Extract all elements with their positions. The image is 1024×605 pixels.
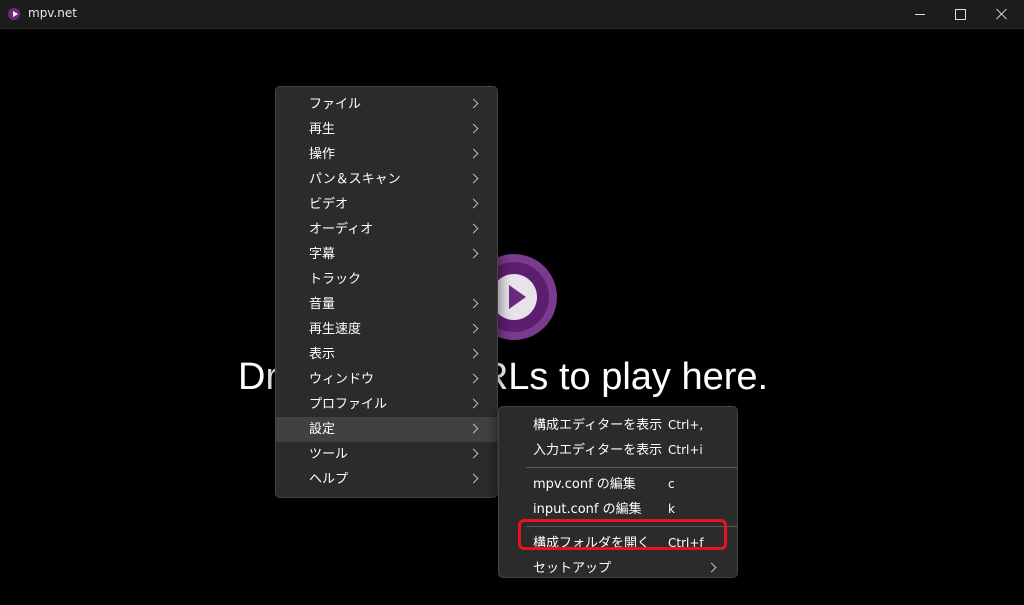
menu-item-video[interactable]: ビデオ xyxy=(276,192,497,217)
minimize-icon xyxy=(915,13,925,15)
menu-item-edit-input-conf[interactable]: input.conf の編集 k xyxy=(499,497,737,522)
close-button[interactable] xyxy=(982,0,1022,28)
menu-item-open-config-folder[interactable]: 構成フォルダを開く Ctrl+f xyxy=(499,531,737,556)
menu-item-settings[interactable]: 設定 xyxy=(276,417,497,442)
context-menu: ファイル 再生 操作 パン＆スキャン ビデオ オーディオ 字幕 トラック 音量 … xyxy=(275,86,498,498)
play-icon xyxy=(509,285,526,309)
maximize-button[interactable] xyxy=(940,0,980,28)
menu-item-label: 再生 xyxy=(309,122,336,137)
mpv-app-icon xyxy=(8,8,20,20)
menu-item-help[interactable]: ヘルプ xyxy=(276,467,497,492)
menu-item-audio[interactable]: オーディオ xyxy=(276,217,497,242)
menu-item-label: ツール xyxy=(309,447,349,462)
menu-separator xyxy=(526,467,738,468)
menu-item-subtitles[interactable]: 字幕 xyxy=(276,242,497,267)
chevron-right-icon xyxy=(468,248,479,259)
menu-item-label: オーディオ xyxy=(309,222,374,237)
menu-item-label: ファイル xyxy=(309,97,362,112)
chevron-right-icon xyxy=(468,123,479,134)
menu-item-label: 設定 xyxy=(309,422,336,437)
chevron-right-icon xyxy=(468,98,479,109)
menu-item-label: ヘルプ xyxy=(309,472,349,487)
menu-item-file[interactable]: ファイル xyxy=(276,92,497,117)
menu-item-label: プロファイル xyxy=(309,397,388,412)
chevron-right-icon xyxy=(468,298,479,309)
menu-item-view[interactable]: 表示 xyxy=(276,342,497,367)
menu-item-label: 入力エディターを表示 xyxy=(533,443,663,458)
chevron-right-icon xyxy=(468,323,479,334)
shortcut-label: Ctrl+i xyxy=(668,443,703,457)
chevron-right-icon xyxy=(468,448,479,459)
menu-item-label: 操作 xyxy=(309,147,336,162)
menu-item-label: パン＆スキャン xyxy=(309,172,401,187)
menu-item-speed[interactable]: 再生速度 xyxy=(276,317,497,342)
shortcut-label: Ctrl+f xyxy=(668,536,704,550)
menu-item-label: ビデオ xyxy=(309,197,349,212)
menu-item-profile[interactable]: プロファイル xyxy=(276,392,497,417)
chevron-right-icon xyxy=(706,562,717,573)
menu-item-label: セットアップ xyxy=(533,561,612,576)
shortcut-label: Ctrl+, xyxy=(668,418,704,432)
menu-item-label: 構成エディターを表示 xyxy=(533,418,663,433)
menu-item-label: input.conf の編集 xyxy=(533,502,642,517)
menu-item-pan-scan[interactable]: パン＆スキャン xyxy=(276,167,497,192)
menu-item-label: mpv.conf の編集 xyxy=(533,477,636,492)
menu-item-playback[interactable]: 再生 xyxy=(276,117,497,142)
settings-submenu: 構成エディターを表示 Ctrl+, 入力エディターを表示 Ctrl+i mpv.co… xyxy=(498,406,738,578)
menu-item-tools[interactable]: ツール xyxy=(276,442,497,467)
menu-item-label: 構成フォルダを開く xyxy=(533,536,651,551)
menu-item-track[interactable]: トラック xyxy=(276,267,497,292)
chevron-right-icon xyxy=(468,198,479,209)
menu-item-show-input-editor[interactable]: 入力エディターを表示 Ctrl+i xyxy=(499,438,737,463)
close-icon xyxy=(996,8,1008,20)
menu-item-label: 再生速度 xyxy=(309,322,362,337)
maximize-icon xyxy=(954,8,966,20)
chevron-right-icon xyxy=(468,373,479,384)
menu-item-edit-mpv-conf[interactable]: mpv.conf の編集 c xyxy=(499,472,737,497)
menu-item-label: 音量 xyxy=(309,297,336,312)
chevron-right-icon xyxy=(468,348,479,359)
menu-item-navigate[interactable]: 操作 xyxy=(276,142,497,167)
minimize-button[interactable] xyxy=(900,0,940,28)
menu-item-label: ウィンドウ xyxy=(309,372,375,387)
shortcut-label: k xyxy=(668,502,675,516)
title-bar: mpv.net xyxy=(0,0,1024,29)
chevron-right-icon xyxy=(468,398,479,409)
chevron-right-icon xyxy=(468,423,479,434)
chevron-right-icon xyxy=(468,473,479,484)
menu-item-setup[interactable]: セットアップ xyxy=(499,556,737,581)
chevron-right-icon xyxy=(468,148,479,159)
menu-item-show-config-editor[interactable]: 構成エディターを表示 Ctrl+, xyxy=(499,413,737,438)
menu-item-window[interactable]: ウィンドウ xyxy=(276,367,497,392)
menu-item-label: トラック xyxy=(309,272,362,287)
chevron-right-icon xyxy=(468,173,479,184)
menu-item-label: 表示 xyxy=(309,347,336,362)
window-title: mpv.net xyxy=(28,6,77,20)
menu-item-volume[interactable]: 音量 xyxy=(276,292,497,317)
menu-separator xyxy=(526,526,738,527)
shortcut-label: c xyxy=(668,477,675,491)
chevron-right-icon xyxy=(468,223,479,234)
menu-item-label: 字幕 xyxy=(309,247,336,262)
